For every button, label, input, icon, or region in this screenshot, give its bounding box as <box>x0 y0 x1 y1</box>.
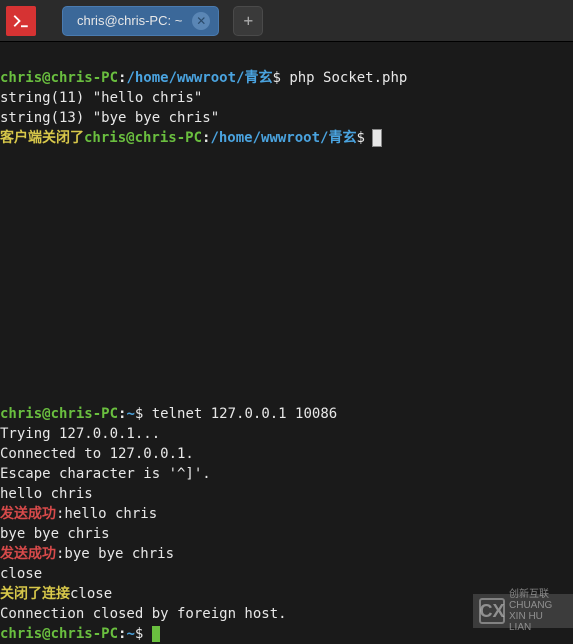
terminal-app-icon[interactable] <box>6 6 36 36</box>
output-line: close <box>70 586 112 602</box>
output-line: :hello chris <box>56 506 157 522</box>
prompt-dollar: $ <box>356 130 373 146</box>
output-line-status: 发送成功 <box>0 506 56 522</box>
output-line: Trying 127.0.0.1... <box>0 426 160 442</box>
watermark-logo-icon: CX <box>479 598 505 624</box>
watermark-line1: 创新互联 <box>509 589 567 600</box>
cursor-icon <box>373 130 381 146</box>
command-text: telnet 127.0.0.1 10086 <box>152 406 337 422</box>
titlebar: chris@chris-PC: ~ ✕ + <box>0 0 573 42</box>
prompt-user: chris@chris-PC <box>0 626 118 642</box>
output-line: close <box>0 566 42 582</box>
prompt-path: /home/wwwroot/青玄 <box>126 70 272 86</box>
output-line: hello chris <box>0 486 93 502</box>
prompt-path: ~ <box>126 406 134 422</box>
cursor-icon <box>152 626 160 642</box>
terminal-pane-top[interactable]: chris@chris-PC:/home/wwwroot/青玄$ php Soc… <box>0 42 573 380</box>
watermark: CX 创新互联 CHUANG XIN HU LIAN <box>473 594 573 628</box>
tab-label: chris@chris-PC: ~ <box>77 13 182 28</box>
output-line: string(13) "bye bye chris" <box>0 110 219 126</box>
watermark-text: 创新互联 CHUANG XIN HU LIAN <box>509 589 567 633</box>
output-line: Connected to 127.0.0.1. <box>0 446 194 462</box>
watermark-line2: CHUANG XIN HU LIAN <box>509 600 567 633</box>
output-line: Escape character is '^]'. <box>0 466 211 482</box>
prompt-dollar: $ <box>135 406 152 422</box>
output-line: :bye bye chris <box>56 546 174 562</box>
new-tab-button[interactable]: + <box>233 6 263 36</box>
output-line: string(11) "hello chris" <box>0 90 202 106</box>
command-text: php Socket.php <box>289 70 407 86</box>
plus-icon: + <box>243 11 253 30</box>
prompt-user: chris@chris-PC <box>0 406 118 422</box>
output-line-status: 关闭了连接 <box>0 586 70 602</box>
prompt-user: chris@chris-PC <box>84 130 202 146</box>
prompt-dollar: $ <box>135 626 152 642</box>
prompt-icon <box>12 12 30 30</box>
output-line: Connection closed by foreign host. <box>0 606 287 622</box>
prompt-dollar: $ <box>272 70 289 86</box>
prompt-user: chris@chris-PC <box>0 70 118 86</box>
output-line-status: 发送成功 <box>0 546 56 562</box>
prompt-path: /home/wwwroot/青玄 <box>210 130 356 146</box>
tab-terminal[interactable]: chris@chris-PC: ~ ✕ <box>62 6 219 36</box>
tab-close-icon[interactable]: ✕ <box>192 12 210 30</box>
output-line-status: 客户端关闭了 <box>0 130 84 146</box>
output-line: bye bye chris <box>0 526 110 542</box>
prompt-path: ~ <box>126 626 134 642</box>
